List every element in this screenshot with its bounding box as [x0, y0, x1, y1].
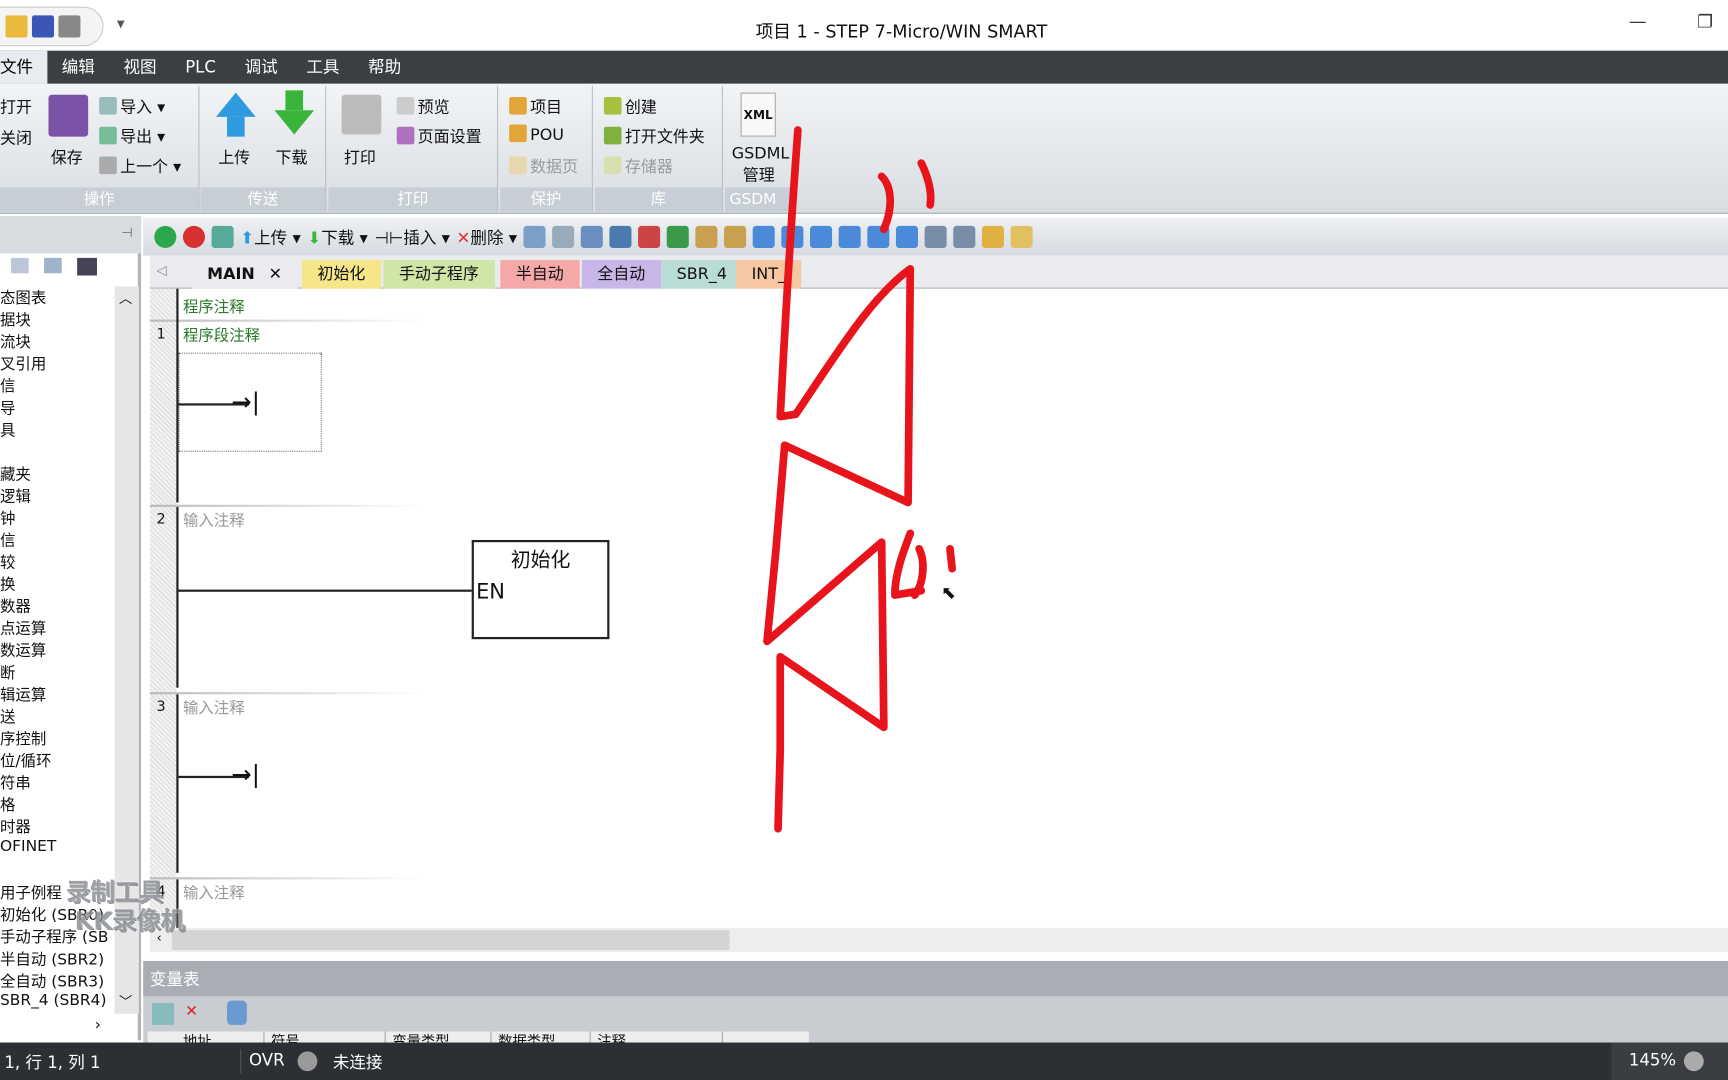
- mouse-cursor-icon: ⬉: [941, 581, 956, 603]
- annotation-stroke: [763, 126, 915, 833]
- red-pen-annotation: [763, 126, 957, 833]
- annotation-stroke: [877, 159, 935, 234]
